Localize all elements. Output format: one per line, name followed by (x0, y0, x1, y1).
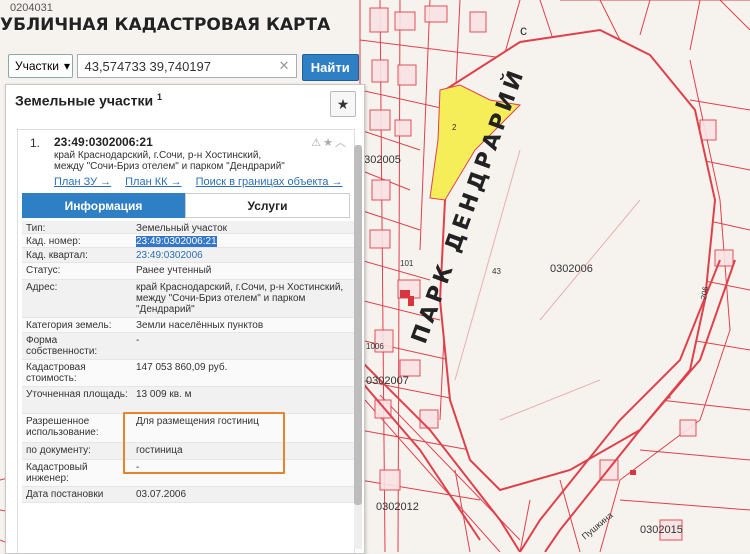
prop-value: - (136, 335, 140, 346)
scrollbar-thumb[interactable] (354, 145, 362, 505)
table-row: Уточненная площадь: 13 009 кв. м (22, 387, 354, 414)
result-tabs: Информация Услуги (22, 193, 350, 218)
result-links: План ЗУ → План КК → Поиск в границах объ… (54, 176, 343, 188)
prop-label: Разрешенное использование: (26, 416, 99, 438)
search-type-dropdown[interactable]: Участки ▾ (8, 54, 74, 78)
warning-icon[interactable]: ⚠ (311, 137, 323, 149)
address-line-1: край Краснодарский, г.Сочи, р-н Хостинск… (54, 150, 262, 161)
search-input-wrap: ✕ (77, 54, 297, 78)
table-row: Тип: Земельный участок (22, 221, 354, 234)
plan-zu-link[interactable]: План ЗУ → (54, 176, 111, 188)
prop-label: по документу: (26, 445, 91, 456)
result-index: 1. (30, 136, 41, 150)
map-label-0302015: 0302015 (640, 524, 683, 536)
page-title: УБЛИЧНАЯ КАДАСТРОВАЯ КАРТА (0, 15, 331, 35)
table-row: Дата постановки 03.07.2006 (22, 487, 354, 503)
table-row: Адрес: край Краснодарский, г.Сочи, р-н Хо… (22, 280, 354, 318)
map-label-43: 43 (492, 267, 501, 276)
map-label-101: 101 (400, 259, 414, 268)
prop-value: 03.07.2006 (136, 489, 187, 500)
search-input[interactable] (78, 55, 281, 77)
map-label-2: 2 (452, 123, 457, 132)
result-actions: ⚠★︿ (311, 134, 348, 150)
map-label-1006: 1006 (366, 342, 384, 351)
prop-label: Форма собственности: (26, 335, 98, 357)
map-label-0302012: 0302012 (376, 501, 419, 513)
search-type-label: Участки (15, 59, 59, 73)
star-icon[interactable]: ★ (323, 137, 335, 149)
search-bar: Участки ▾ ✕ Найти (8, 54, 360, 81)
prop-label: Категория земель: (26, 320, 112, 331)
prop-label: Кад. номер: (26, 236, 81, 247)
annotation-highlight-box (123, 412, 285, 474)
close-icon[interactable]: ✕ (279, 58, 290, 74)
favorite-button[interactable]: ★ (330, 91, 356, 117)
search-in-bounds-link[interactable]: Поиск в границах объекта → (196, 176, 343, 188)
table-row: Категория земель: Земли населённых пункто… (22, 318, 354, 333)
table-row: Кад. номер: 23:49:0302006:21 (22, 234, 354, 248)
prop-label: Тип: (26, 223, 46, 234)
prop-label: Дата постановки (26, 489, 104, 500)
cad-number-selected[interactable]: 23:49:0302006:21 (136, 236, 217, 247)
prop-label: Кад. квартал: (26, 250, 88, 261)
header-code: 0204031 (10, 2, 53, 14)
prop-value: Ранее учтенный (136, 265, 212, 276)
star-icon: ★ (336, 95, 350, 112)
prop-label: Уточненная площадь: (26, 389, 128, 400)
chevron-up-icon[interactable]: ︿ (335, 137, 348, 149)
address-line-2: между "Сочи-Бриз отелем" и парком "Дендр… (54, 161, 285, 172)
prop-label: Статус: (26, 265, 61, 276)
prop-label: Кадастровая стоимость: (26, 362, 86, 384)
prop-value: Земли населённых пунктов (136, 320, 264, 331)
results-panel: Земельные участки 1 ★ 1. 23:49:0302006:2… (5, 84, 365, 554)
result-address: край Краснодарский, г.Сочи, р-н Хостинск… (54, 150, 304, 172)
prop-value: край Краснодарский, г.Сочи, р-н Хостинск… (136, 282, 344, 315)
prop-value: Земельный участок (136, 223, 228, 234)
table-row: Статус: Ранее учтенный (22, 263, 354, 280)
panel-title: Земельные участки 1 (15, 92, 162, 109)
map-label-c: с (520, 22, 527, 38)
prop-label: Кадастровый инженер: (26, 462, 88, 484)
scrollbar[interactable] (354, 145, 362, 549)
table-row: Кад. квартал: 23:49:0302006 (22, 248, 354, 263)
result-cad-number[interactable]: 23:49:0302006:21 (54, 135, 153, 149)
table-row: Форма собственности: - (22, 333, 354, 360)
tab-services[interactable]: Услуги (185, 193, 350, 218)
plan-kk-link[interactable]: План КК → (125, 176, 181, 188)
chevron-down-icon: ▾ (64, 59, 71, 73)
tab-info[interactable]: Информация (22, 193, 185, 218)
result-card: 1. 23:49:0302006:21 ⚠★︿ край Краснодарск… (17, 129, 355, 553)
prop-value[interactable]: 23:49:0302006:21 (132, 234, 354, 247)
map-label-0302007: 0302007 (366, 375, 409, 387)
prop-value-link[interactable]: 23:49:0302006 (132, 248, 354, 262)
prop-value: 147 053 860,09 руб. (136, 362, 228, 373)
result-count: 1 (156, 92, 162, 102)
search-button[interactable]: Найти (301, 54, 360, 81)
panel-title-text: Земельные участки (15, 92, 154, 109)
map-label-0302006: 0302006 (550, 263, 593, 275)
table-row: Кадастровая стоимость: 147 053 860,09 руб… (22, 360, 354, 387)
prop-label: Адрес: (26, 282, 58, 293)
prop-value: 13 009 кв. м (136, 389, 192, 400)
